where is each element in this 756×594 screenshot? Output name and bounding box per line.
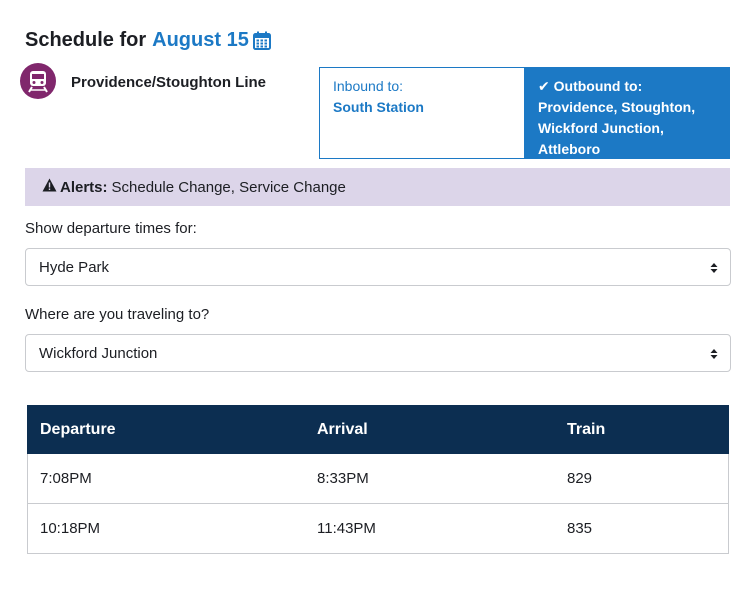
outbound-direction-button[interactable]: ✔ Outbound to: Providence, Stoughton, Wi… xyxy=(524,67,730,159)
train-number: 835 xyxy=(567,520,593,537)
select-arrows-icon xyxy=(710,261,718,278)
destination-select-value: Wickford Junction xyxy=(39,344,158,362)
calendar-icon[interactable] xyxy=(252,31,271,50)
checkmark-icon: ✔ xyxy=(538,78,550,94)
select-arrows-icon xyxy=(710,347,718,364)
inbound-destination: South Station xyxy=(333,99,424,115)
header-arrival: Arrival xyxy=(317,420,368,438)
table-header: Departure Arrival Train xyxy=(27,405,729,454)
schedule-table: Departure Arrival Train 7:08PM 8:33PM 82… xyxy=(27,405,729,554)
outbound-label-row: ✔ Outbound to: xyxy=(538,76,716,97)
table-row[interactable]: 10:18PM 11:43PM 835 xyxy=(28,503,728,553)
page-title: Schedule for August 15 xyxy=(25,29,271,52)
table-row[interactable]: 7:08PM 8:33PM 829 xyxy=(28,454,728,503)
route-name: Providence/Stoughton Line xyxy=(71,74,267,91)
outbound-label: Outbound to: xyxy=(553,78,643,94)
departure-time: 10:18PM xyxy=(40,520,101,537)
commuter-rail-icon xyxy=(20,63,56,99)
alerts-text: Schedule Change, Service Change xyxy=(111,178,346,196)
header-departure: Departure xyxy=(40,420,116,438)
destination-label: Where are you traveling to? xyxy=(25,306,210,323)
inbound-direction-button[interactable]: Inbound to: South Station xyxy=(319,67,525,159)
alerts-bar[interactable]: Alerts: Schedule Change, Service Change xyxy=(25,168,730,206)
date-picker-link[interactable]: August 15 xyxy=(152,29,249,52)
header-train: Train xyxy=(567,420,606,438)
origin-select-value: Hyde Park xyxy=(39,258,110,276)
arrival-time: 8:33PM xyxy=(317,470,369,487)
warning-icon xyxy=(42,178,57,196)
title-prefix: Schedule for xyxy=(25,29,147,51)
origin-select[interactable]: Hyde Park xyxy=(25,248,731,286)
schedule-card: Schedule for August 15 Providence/Stough… xyxy=(0,0,756,594)
departure-time: 7:08PM xyxy=(40,470,92,487)
arrival-time: 11:43PM xyxy=(317,520,376,537)
outbound-destination: Providence, Stoughton, Wickford Junction… xyxy=(538,99,696,157)
destination-select[interactable]: Wickford Junction xyxy=(25,334,731,372)
alerts-title: Alerts: xyxy=(60,178,108,196)
inbound-label: Inbound to: xyxy=(333,78,404,94)
origin-label: Show departure times for: xyxy=(25,220,197,237)
train-number: 829 xyxy=(567,470,593,487)
